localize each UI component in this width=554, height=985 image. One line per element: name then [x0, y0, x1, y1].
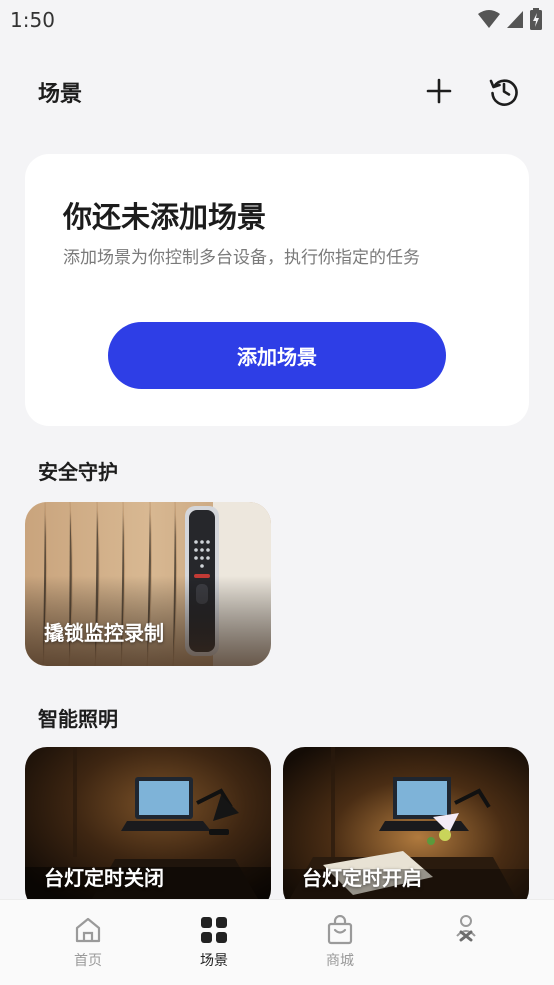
scene-card-lock-monitor[interactable]: 撬锁监控录制 [25, 502, 271, 666]
signal-icon [507, 11, 523, 28]
empty-scene-card: 你还未添加场景 添加场景为你控制多台设备，执行你指定的任务 添加场景 [25, 154, 529, 426]
section-title-security: 安全守护 [38, 460, 118, 484]
shopping-bag-icon [327, 915, 353, 945]
bottom-nav: 首页 场景 商城 [0, 899, 554, 985]
wifi-icon [478, 10, 500, 28]
nav-item-profile[interactable] [426, 914, 506, 950]
nav-item-mall[interactable]: 商城 [300, 914, 380, 970]
battery-icon [530, 8, 542, 30]
scene-label: 台灯定时开启 [302, 866, 422, 890]
page-title: 场景 [38, 82, 83, 107]
nav-item-scene[interactable]: 场景 [174, 914, 254, 970]
nav-label: 首页 [74, 953, 102, 969]
plus-icon [426, 78, 452, 104]
home-icon [75, 917, 101, 943]
scene-label: 撬锁监控录制 [44, 621, 164, 645]
header: 场景 [0, 60, 554, 122]
empty-title: 你还未添加场景 [63, 200, 267, 234]
nav-label: 商城 [326, 953, 354, 969]
scene-card-lamp-off[interactable]: 台灯定时关闭 [25, 747, 271, 911]
section-title-lighting: 智能照明 [38, 707, 118, 731]
nav-label: 场景 [200, 953, 228, 969]
scene-grid-icon [201, 917, 227, 943]
scene-label: 台灯定时关闭 [44, 866, 164, 890]
add-scene-primary-button[interactable]: 添加场景 [108, 322, 446, 389]
status-time: 1:50 [10, 8, 55, 32]
status-icons [478, 8, 542, 30]
status-bar: 1:50 [0, 0, 554, 38]
history-icon [489, 79, 518, 106]
nav-item-home[interactable]: 首页 [48, 914, 128, 970]
profile-icon [456, 915, 476, 942]
history-button[interactable] [483, 70, 525, 112]
empty-description: 添加场景为你控制多台设备，执行你指定的任务 [63, 248, 420, 268]
add-scene-button[interactable] [418, 70, 460, 112]
scene-card-lamp-on[interactable]: 台灯定时开启 [283, 747, 529, 911]
